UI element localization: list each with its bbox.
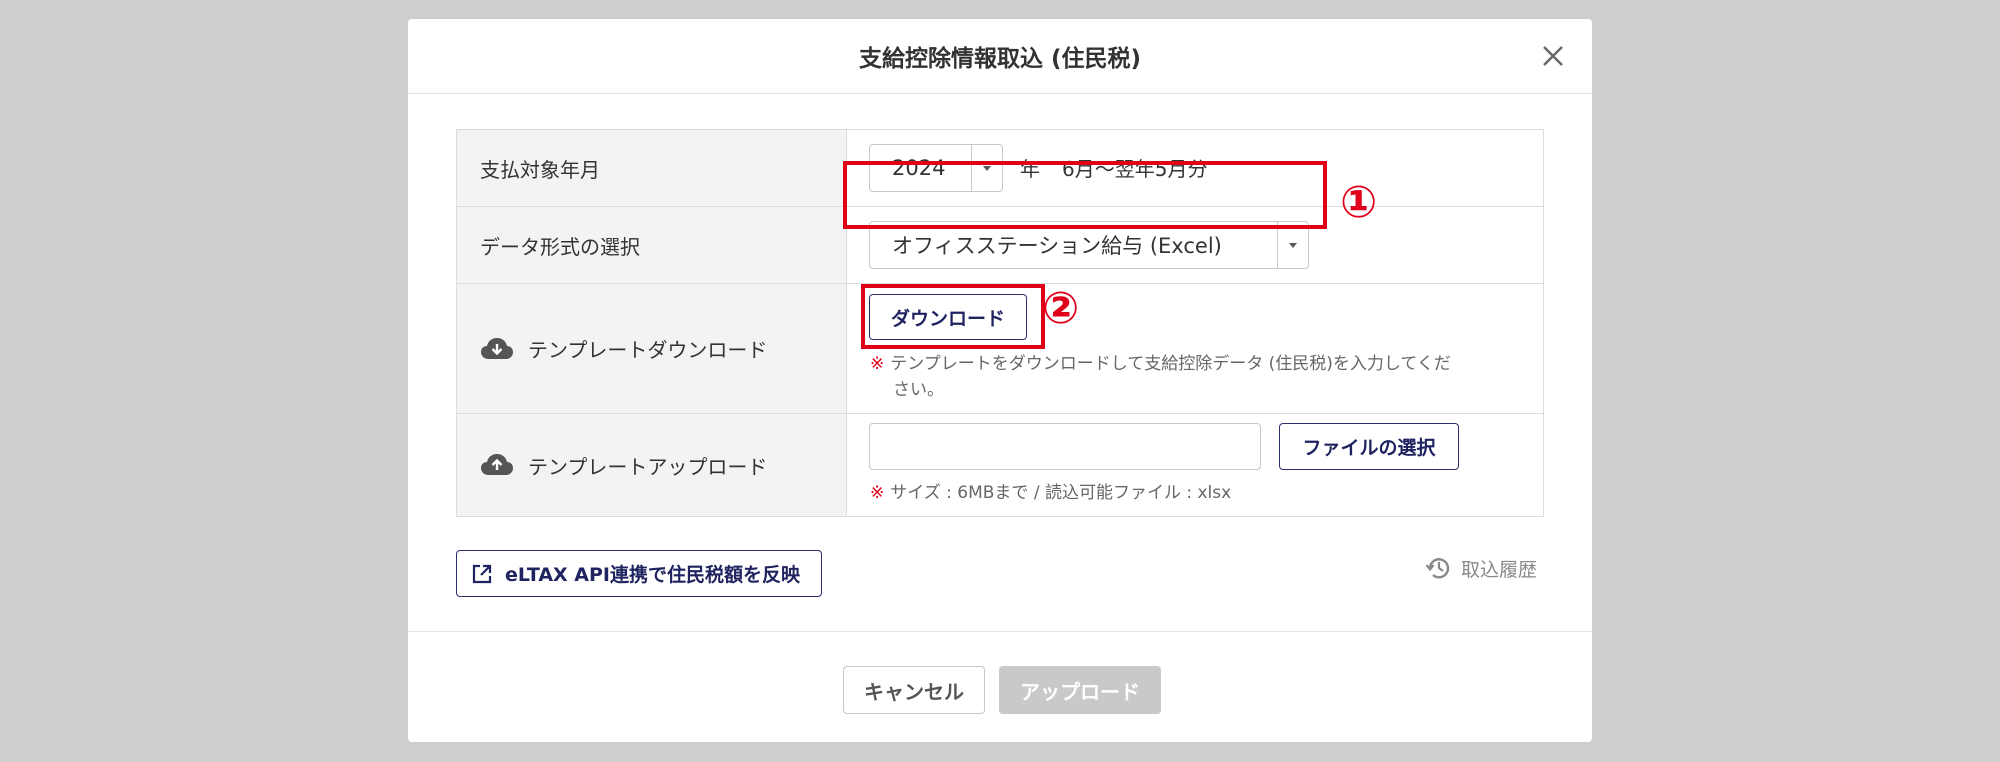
download-note-line2: さい。 xyxy=(893,380,944,400)
history-link[interactable]: 取込履歴 xyxy=(1425,554,1537,582)
highlight-box-1 xyxy=(843,161,1327,229)
history-icon xyxy=(1425,558,1450,579)
download-note: ※ テンプレートをダウンロードして支給控除データ (住民税)を入力してくだ さい。 xyxy=(870,351,1510,403)
modal-title: 支給控除情報取込 (住民税) xyxy=(858,46,1142,72)
note-mark: ※ xyxy=(870,354,885,374)
external-link-icon xyxy=(472,564,492,583)
close-button[interactable] xyxy=(1534,37,1572,75)
upload-note-text: サイズ : 6MBまで / 読込可能ファイル : xlsx xyxy=(890,483,1232,503)
data-format-select-value: オフィスステーション給与 (Excel) xyxy=(892,234,1222,258)
template-download-label-text: テンプレートダウンロード xyxy=(528,338,768,362)
data-format-label: データ形式の選択 xyxy=(457,207,847,283)
cloud-download-icon xyxy=(480,337,514,361)
marker-1: ① xyxy=(1340,177,1378,228)
template-upload-label: テンプレートアップロード xyxy=(457,414,847,516)
row-template-upload: テンプレートアップロード ファイルの選択 ※ サイズ : 6MBまで / 読込可能… xyxy=(457,414,1543,516)
download-note-line1: テンプレートをダウンロードして支給控除データ (住民税)を入力してくだ xyxy=(890,354,1451,374)
eltax-button-label: eLTAX API連携で住民税額を反映 xyxy=(505,564,801,586)
template-upload-value: ファイルの選択 ※ サイズ : 6MBまで / 読込可能ファイル : xlsx xyxy=(847,414,1543,516)
upload-button[interactable]: アップロード xyxy=(999,666,1161,714)
choose-file-button[interactable]: ファイルの選択 xyxy=(1279,423,1459,470)
template-upload-label-text: テンプレートアップロード xyxy=(528,454,768,479)
upload-note: ※ サイズ : 6MBまで / 読込可能ファイル : xlsx xyxy=(870,480,1231,506)
payment-period-label-text: 支払対象年月 xyxy=(480,157,600,182)
template-download-label: テンプレートダウンロード xyxy=(457,284,847,413)
cloud-upload-icon xyxy=(480,453,514,477)
history-link-label: 取込履歴 xyxy=(1461,558,1538,581)
note-mark: ※ xyxy=(870,483,885,503)
cancel-button[interactable]: キャンセル xyxy=(843,666,985,714)
close-icon xyxy=(1543,46,1563,66)
marker-2: ② xyxy=(1042,283,1080,334)
modal-footer: キャンセル アップロード xyxy=(408,631,1592,743)
eltax-link-button[interactable]: eLTAX API連携で住民税額を反映 xyxy=(456,550,822,597)
data-format-label-text: データ形式の選択 xyxy=(480,234,640,259)
payment-period-label: 支払対象年月 xyxy=(457,130,847,206)
modal-header: 支給控除情報取込 (住民税) xyxy=(408,19,1592,94)
file-path-input[interactable] xyxy=(869,423,1261,470)
import-modal: 支給控除情報取込 (住民税) 支払対象年月 2024 年 6月〜翌年5月分 デー… xyxy=(408,19,1592,742)
highlight-box-2 xyxy=(861,284,1045,349)
